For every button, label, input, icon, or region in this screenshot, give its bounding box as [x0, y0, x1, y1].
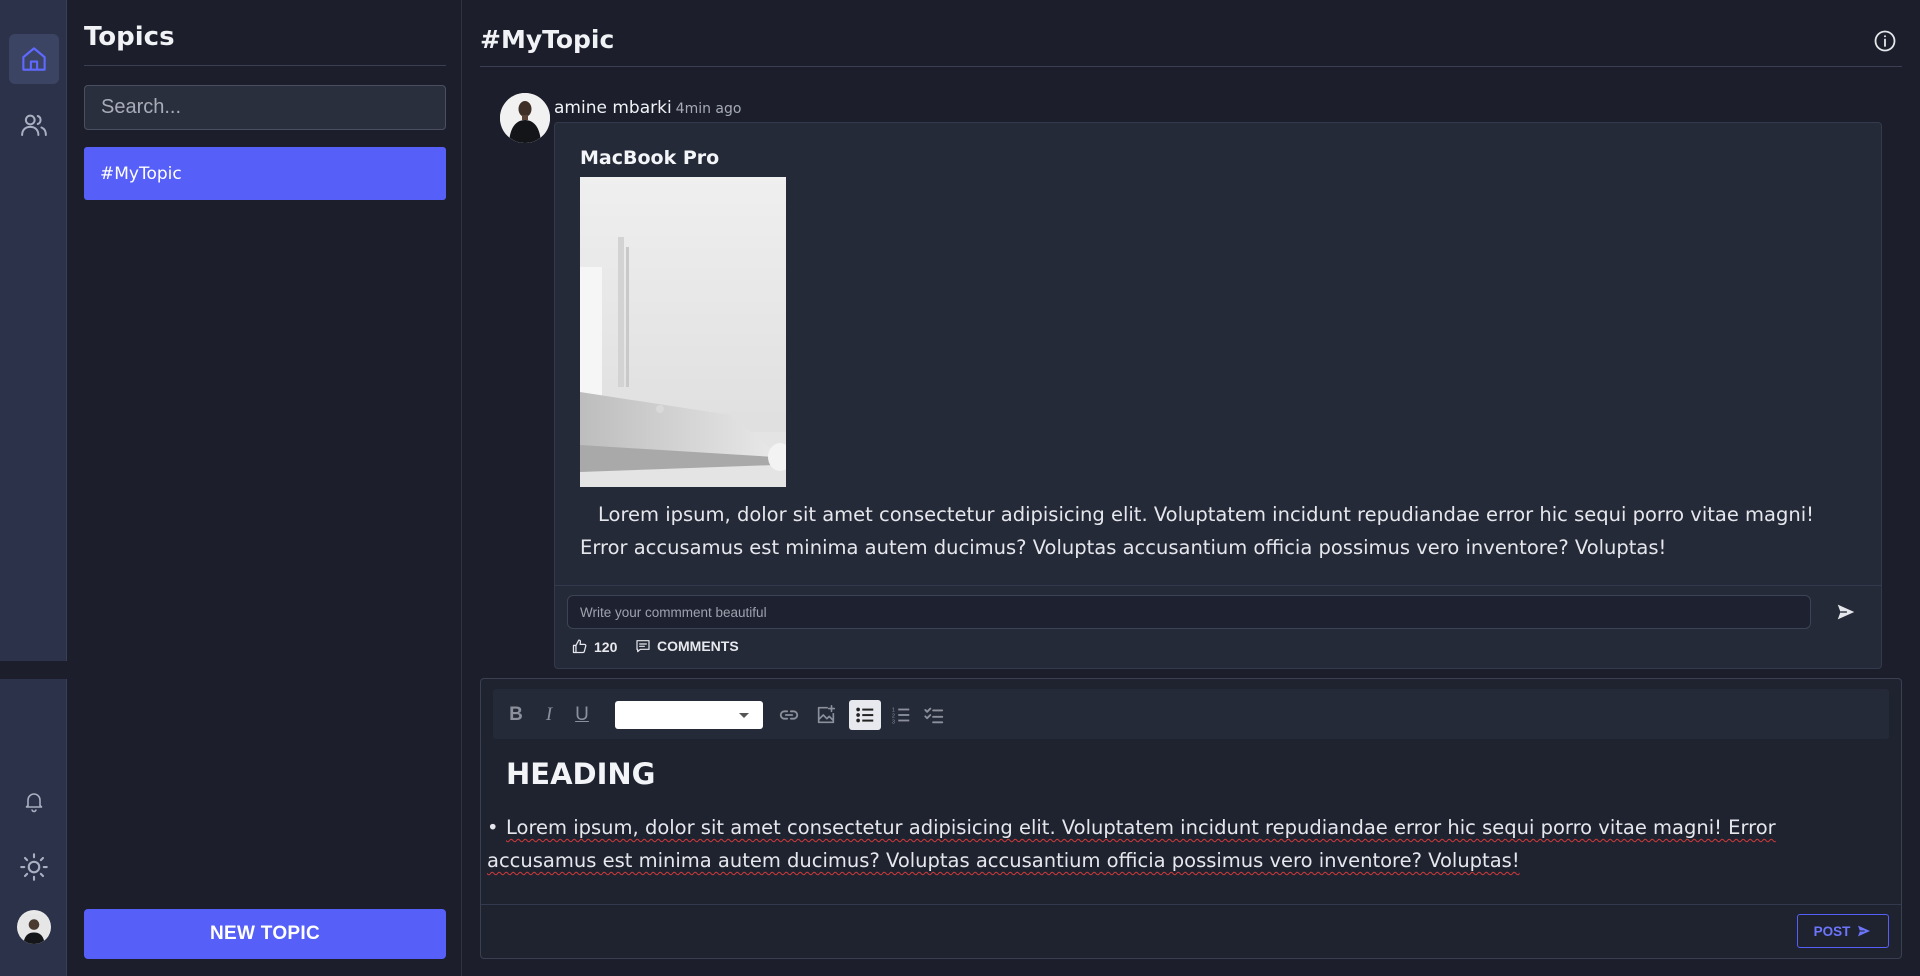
bullet-list-icon [856, 707, 874, 723]
comments-label: COMMENTS [657, 638, 739, 654]
post-title: MacBook Pro [580, 147, 720, 169]
users-icon [21, 114, 47, 136]
image-button[interactable] [813, 702, 839, 728]
info-icon[interactable] [1873, 29, 1897, 53]
home-icon [22, 47, 46, 71]
numbered-list-icon: 1 2 3 [892, 707, 910, 725]
divider [555, 585, 1881, 586]
link-icon [779, 710, 799, 720]
post-image [580, 177, 786, 487]
post-timestamp: 4min ago [675, 101, 742, 117]
bold-button[interactable]: B [503, 702, 529, 728]
editor-bullet-text: Lorem ipsum, dolor sit amet consectetur … [487, 816, 1776, 872]
checklist-icon [924, 707, 944, 724]
comment-input[interactable] [567, 595, 1811, 629]
post-meta: amine mbarki 4min ago [554, 98, 741, 118]
post-author-name[interactable]: amine mbarki [554, 98, 672, 118]
nav-rail-bottom [0, 679, 67, 976]
profile-button[interactable] [9, 902, 59, 952]
topics-title: Topics [84, 22, 175, 52]
post-button[interactable]: POST [1797, 914, 1889, 948]
user-avatar [17, 910, 51, 944]
post-button-label: POST [1813, 923, 1851, 939]
send-icon [1858, 925, 1871, 937]
search-input[interactable] [84, 85, 446, 130]
home-button[interactable] [9, 34, 59, 84]
post-editor: B I U 1 2 3 HEADING • Lorem ipsum, dolor… [480, 678, 1902, 959]
editor-heading[interactable]: HEADING [506, 757, 655, 791]
checklist-button[interactable] [921, 702, 947, 728]
editor-toolbar: B I U 1 2 3 [493, 689, 1889, 739]
bullet-dot: • [487, 816, 499, 839]
comment-icon [636, 640, 650, 653]
new-topic-button[interactable]: NEW TOPIC [84, 909, 446, 959]
divider [84, 65, 446, 66]
svg-text:3: 3 [892, 719, 895, 725]
image-icon [817, 705, 836, 724]
post-body: Lorem ipsum, dolor sit amet consectetur … [580, 503, 1814, 559]
author-avatar[interactable] [500, 93, 550, 143]
users-button[interactable] [9, 100, 59, 150]
thumbs-up-icon [572, 639, 587, 654]
italic-button[interactable]: I [536, 702, 562, 728]
bullet-list-button[interactable] [849, 700, 881, 730]
post-card: MacBook Pro Lorem ipsum, dolor sit amet … [554, 122, 1882, 669]
topic-item-mytopic[interactable]: #MyTopic [84, 147, 446, 200]
link-button[interactable] [776, 702, 802, 728]
sun-icon [20, 853, 48, 881]
font-size-select[interactable] [615, 701, 763, 729]
page-title: #MyTopic [480, 25, 615, 54]
theme-toggle-button[interactable] [9, 842, 59, 892]
divider [480, 66, 1902, 67]
like-button[interactable]: 120 [571, 638, 617, 655]
like-count: 120 [594, 638, 618, 655]
comments-button[interactable]: COMMENTS [635, 638, 739, 654]
nav-rail-top [0, 0, 67, 661]
send-icon[interactable] [1835, 601, 1857, 623]
editor-bullet-item[interactable]: • Lorem ipsum, dolor sit amet consectetur… [487, 811, 1872, 877]
divider [481, 904, 1901, 905]
bell-icon [25, 793, 43, 813]
notifications-button[interactable] [9, 776, 59, 826]
numbered-list-button[interactable]: 1 2 3 [888, 702, 914, 728]
topics-panel: Topics #MyTopic NEW TOPIC [67, 0, 462, 976]
underline-button[interactable]: U [569, 702, 595, 728]
